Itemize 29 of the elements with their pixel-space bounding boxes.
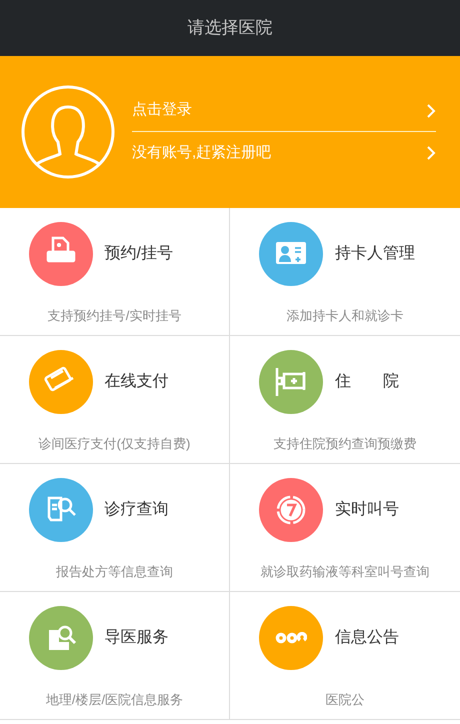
avatar-icon <box>20 84 116 180</box>
service-tile[interactable]: 诊疗查询 报告处方等信息查询 <box>0 464 230 592</box>
service-description: 报告处方等信息查询 <box>56 563 173 581</box>
service-tile[interactable]: 信息公告 医院公 <box>230 592 460 720</box>
service-tile[interactable]: 在线支付 诊间医疗支付(仅支持自费) <box>0 336 230 464</box>
service-description: 诊间医疗支付(仅支持自费) <box>38 435 190 453</box>
chevron-right-icon <box>426 145 436 161</box>
service-title: 实时叫号 <box>335 500 400 520</box>
service-description: 地理/楼层/医院信息服务 <box>46 691 184 709</box>
service-tile[interactable]: 预约/挂号 支持预约挂号/实时挂号 <box>0 208 230 336</box>
service-description: 就诊取药输液等科室叫号查询 <box>260 563 430 581</box>
service-title: 信息公告 <box>335 628 400 648</box>
chevron-right-icon <box>426 102 436 118</box>
service-tile[interactable]: 实时叫号 就诊取药输液等科室叫号查询 <box>230 464 460 592</box>
dots-icon <box>275 632 307 644</box>
service-description: 支持住院预约查询预缴费 <box>274 435 416 453</box>
service-title: 预约/挂号 <box>104 244 174 264</box>
service-title: 在线支付 <box>104 372 170 392</box>
service-title: 诊疗查询 <box>104 500 170 520</box>
service-tile[interactable]: 住 院 支持住院预约查询预缴费 <box>230 336 460 464</box>
service-tile[interactable]: 持卡人管理 添加持卡人和就诊卡 <box>230 208 460 336</box>
service-description: 支持预约挂号/实时挂号 <box>48 307 182 325</box>
service-description: 医院公 <box>326 691 364 709</box>
service-description: 添加持卡人和就诊卡 <box>286 307 404 325</box>
service-tile[interactable]: 导医服务 地理/楼层/医院信息服务 <box>0 592 230 720</box>
service-title: 住 院 <box>335 372 400 392</box>
service-title: 导医服务 <box>104 628 170 648</box>
service-title: 持卡人管理 <box>335 244 416 264</box>
header-title: 请选择医院 <box>188 17 272 40</box>
